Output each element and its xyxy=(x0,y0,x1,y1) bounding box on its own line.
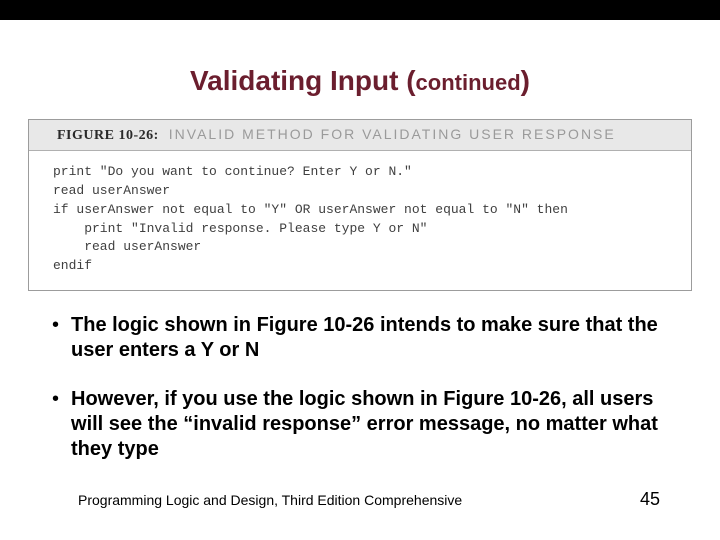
figure-label: FIGURE 10-26: xyxy=(57,128,159,144)
title-closing: ) xyxy=(521,65,530,96)
list-item: • However, if you use the logic shown in… xyxy=(52,387,660,462)
footer-source: Programming Logic and Design, Third Edit… xyxy=(78,492,462,508)
top-bar xyxy=(0,0,720,20)
bullet-text: However, if you use the logic shown in F… xyxy=(71,387,660,462)
title-main: Validating Input ( xyxy=(190,65,416,96)
code-block: print "Do you want to continue? Enter Y … xyxy=(29,151,691,290)
figure-box: FIGURE 10-26: INVALID METHOD FOR VALIDAT… xyxy=(28,119,692,291)
figure-header: FIGURE 10-26: INVALID METHOD FOR VALIDAT… xyxy=(29,120,691,151)
bullet-marker: • xyxy=(52,313,59,363)
list-item: • The logic shown in Figure 10-26 intend… xyxy=(52,313,660,363)
page-number: 45 xyxy=(640,489,660,510)
title-continued: continued xyxy=(416,70,521,95)
footer: Programming Logic and Design, Third Edit… xyxy=(0,489,720,510)
bullet-list: • The logic shown in Figure 10-26 intend… xyxy=(52,313,660,462)
slide-title: Validating Input (continued) xyxy=(0,65,720,97)
figure-caption: INVALID METHOD FOR VALIDATING USER RESPO… xyxy=(169,126,616,142)
bullet-text: The logic shown in Figure 10-26 intends … xyxy=(71,313,660,363)
bullet-marker: • xyxy=(52,387,59,462)
